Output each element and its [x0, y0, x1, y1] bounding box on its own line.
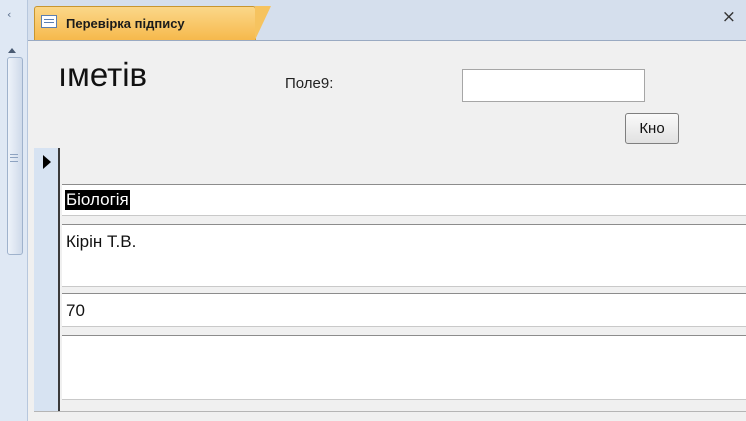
- teacher-field[interactable]: Кірін Т.В.: [62, 224, 746, 287]
- form-title: ıметів: [58, 56, 148, 93]
- teacher-value: Кірін Т.В.: [66, 232, 137, 251]
- scrollbar-grip-icon: [10, 154, 18, 162]
- collapse-nav-icon[interactable]: ‹: [7, 8, 11, 21]
- grade-field[interactable]: 70: [62, 293, 746, 327]
- document-tab-label: Перевірка підпису: [66, 16, 185, 31]
- field9-label: Поле9:: [285, 75, 334, 92]
- detail-bottom-divider: [34, 411, 746, 412]
- field9-input[interactable]: [462, 69, 645, 102]
- scroll-up-arrow-icon[interactable]: [8, 48, 16, 53]
- document-tab[interactable]: Перевірка підпису: [34, 6, 271, 40]
- subject-field[interactable]: Біологія: [62, 184, 746, 216]
- close-icon[interactable]: ×: [722, 7, 736, 27]
- form-document-window: Перевірка підпису × ıметів Поле9: Кно Бі…: [28, 0, 746, 421]
- form-icon: [41, 15, 57, 28]
- extra-field[interactable]: [62, 335, 746, 400]
- subject-value: Біологія: [65, 190, 130, 210]
- detail-section: Біологія Кірін Т.В. 70: [34, 148, 746, 421]
- document-tab-bar: Перевірка підпису ×: [28, 0, 746, 41]
- current-record-arrow-icon: [43, 155, 51, 169]
- navigation-pane: ‹: [0, 0, 28, 421]
- record-selector[interactable]: [34, 148, 60, 411]
- kno-button[interactable]: Кно: [625, 113, 679, 144]
- grade-value: 70: [66, 301, 85, 320]
